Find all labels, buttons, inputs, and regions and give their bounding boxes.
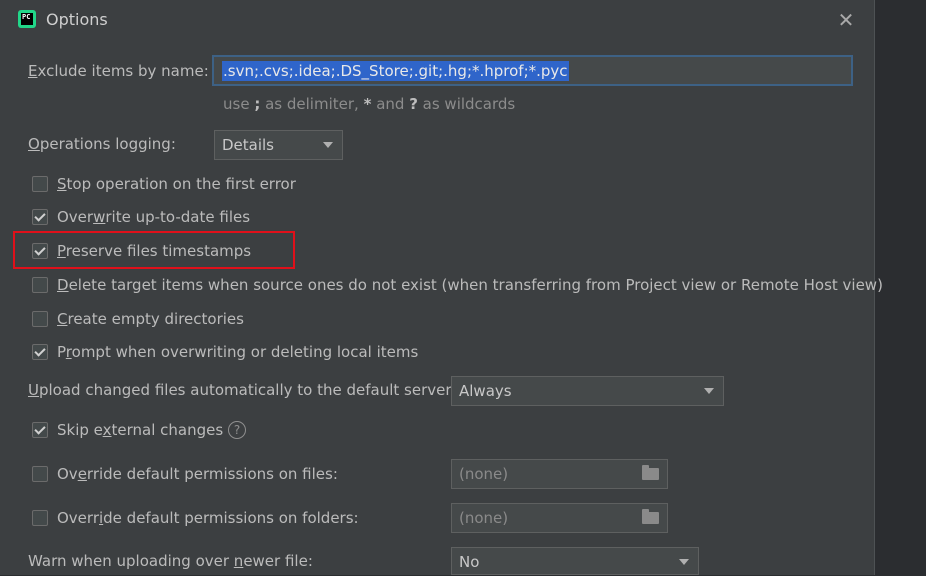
mnemonic: P [57, 242, 66, 260]
label-text: Skip e [57, 421, 103, 439]
hint-text: as delimiter, [260, 95, 364, 113]
mnemonic: S [57, 175, 67, 193]
override-folders-perms-label[interactable]: Override default permissions on folders: [57, 509, 359, 527]
field-value: (none) [459, 509, 509, 527]
override-files-perms-checkbox[interactable] [32, 466, 48, 482]
mnemonic: w [93, 208, 106, 226]
field-value: (none) [459, 465, 509, 483]
preserve-timestamps-checkbox[interactable] [32, 243, 48, 259]
title-bar: PC Options ✕ [0, 0, 874, 42]
hint-symbol: ? [409, 95, 418, 113]
label-text: rride default permissions on files: [86, 465, 338, 483]
folders-permissions-field[interactable]: (none) [451, 503, 668, 533]
app-icon-text: PC [21, 13, 33, 25]
close-icon[interactable]: ✕ [835, 9, 857, 31]
mnemonic: D [57, 276, 69, 294]
operations-logging-select[interactable]: Details [214, 130, 343, 160]
label-text: reserve files timestamps [65, 242, 252, 260]
label-text: Overr [57, 509, 99, 527]
mnemonic: U [28, 381, 39, 399]
folder-icon[interactable] [642, 465, 659, 480]
override-files-perms-label[interactable]: Override default permissions on files: [57, 465, 338, 483]
operations-logging-label: Operations logging: [28, 135, 176, 153]
folder-icon[interactable] [642, 509, 659, 524]
stop-on-error-checkbox[interactable] [32, 176, 48, 192]
warn-newer-label: Warn when uploading over newer file: [28, 552, 313, 570]
label-text: rite up-to-date files [105, 208, 251, 226]
label-text: elete target items when source ones do n… [68, 276, 883, 294]
select-value: Always [459, 382, 512, 400]
delete-target-items-checkbox[interactable] [32, 277, 48, 293]
hint-text: as wildcards [417, 95, 516, 113]
chevron-down-icon [679, 559, 689, 565]
prompt-overwrite-label[interactable]: Prompt when overwriting or deleting loca… [57, 343, 418, 361]
warn-newer-select[interactable]: No [451, 547, 699, 575]
select-value: No [459, 553, 480, 571]
exclude-items-input[interactable]: .svn;.cvs;.idea;.DS_Store;.git;.hg;*.hpr… [212, 55, 853, 86]
preserve-timestamps-label[interactable]: Preserve files timestamps [57, 242, 251, 260]
select-value: Details [222, 136, 275, 154]
chevron-down-icon [704, 388, 714, 394]
label-text: ternal changes [111, 421, 224, 439]
label-text: xclude items by name: [37, 62, 209, 80]
label-text: ompt when overwriting or deleting local … [71, 343, 419, 361]
pycharm-icon: PC [18, 10, 36, 28]
hint-text: and [371, 95, 410, 113]
chevron-down-icon [323, 142, 333, 148]
label-text: P [57, 343, 66, 361]
upload-changed-select[interactable]: Always [451, 376, 724, 406]
label-text: reate empty directories [67, 310, 244, 328]
help-icon[interactable]: ? [228, 421, 246, 439]
mnemonic: x [102, 421, 112, 439]
label-text: top operation on the first error [66, 175, 296, 193]
create-empty-dirs-label[interactable]: Create empty directories [57, 310, 244, 328]
selected-text: .svn;.cvs;.idea;.DS_Store;.git;.hg;*.hpr… [222, 61, 569, 81]
override-folders-perms-checkbox[interactable] [32, 510, 48, 526]
skip-external-label[interactable]: Skip external changes [57, 421, 223, 439]
dialog-title: Options [46, 10, 108, 29]
exclude-items-label: Exclude items by name: [28, 62, 209, 80]
hint-text: use [223, 95, 255, 113]
overwrite-up-to-date-checkbox[interactable] [32, 209, 48, 225]
mnemonic: C [57, 310, 68, 328]
delete-target-items-label[interactable]: Delete target items when source ones do … [57, 276, 883, 294]
label-text: ewer file: [243, 552, 313, 570]
mnemonic: n [233, 552, 244, 570]
mnemonic: O [28, 135, 40, 153]
files-permissions-field[interactable]: (none) [451, 459, 668, 489]
options-dialog: PC Options ✕ Exclude items by name: .svn… [0, 0, 883, 575]
prompt-overwrite-checkbox[interactable] [32, 344, 48, 360]
overwrite-up-to-date-label[interactable]: Overwrite up-to-date files [57, 208, 250, 226]
label-text: de default permissions on folders: [103, 509, 359, 527]
label-text: Over [57, 208, 94, 226]
stop-on-error-label[interactable]: Stop operation on the first error [57, 175, 296, 193]
mnemonic: e [77, 465, 87, 483]
exclude-hint: use ; as delimiter, * and ? as wildcards [223, 95, 515, 113]
create-empty-dirs-checkbox[interactable] [32, 311, 48, 327]
skip-external-checkbox[interactable] [32, 422, 48, 438]
label-text: pload changed files automatically to the… [38, 381, 452, 399]
label-text: perations logging: [39, 135, 176, 153]
label-text: Ov [57, 465, 78, 483]
label-text: Warn when uploading over [28, 552, 234, 570]
upload-changed-label: Upload changed files automatically to th… [28, 381, 452, 399]
